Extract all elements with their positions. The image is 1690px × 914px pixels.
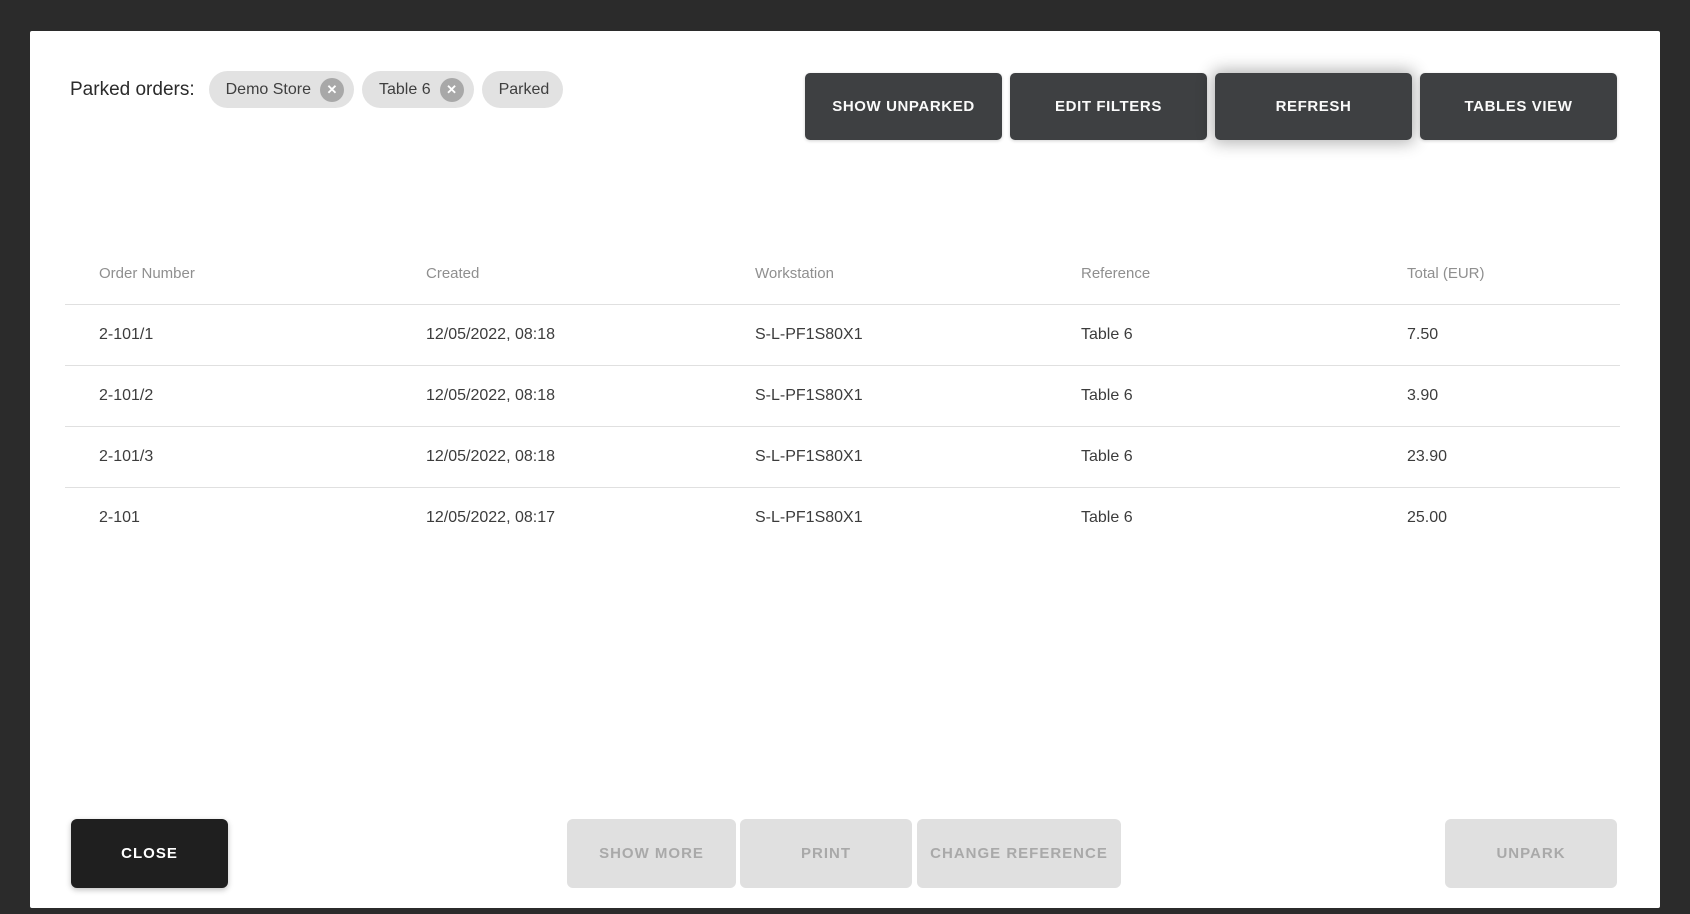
- remove-filter-icon[interactable]: ✕: [320, 78, 344, 102]
- created-cell: 12/05/2022, 08:17: [392, 487, 721, 548]
- edit-filters-button[interactable]: EDIT FILTERS: [1010, 73, 1207, 140]
- order-number-cell: 2-101/1: [65, 304, 392, 365]
- change-reference-button[interactable]: CHANGE REFERENCE: [917, 819, 1121, 888]
- filter-chip-label: Demo Store: [226, 81, 311, 99]
- column-header-workstation: Workstation: [721, 243, 1047, 304]
- created-cell: 12/05/2022, 08:18: [392, 304, 721, 365]
- filter-chip-label: Parked: [499, 81, 550, 99]
- reference-cell: Table 6: [1047, 365, 1373, 426]
- total-cell: 25.00: [1373, 487, 1620, 548]
- table-row[interactable]: 2-101/1 12/05/2022, 08:18 S-L-PF1S80X1 T…: [65, 304, 1620, 365]
- parked-orders-dialog: Parked orders: Demo Store ✕ Table 6 ✕ Pa…: [30, 31, 1660, 908]
- column-header-reference: Reference: [1047, 243, 1373, 304]
- modal-backdrop[interactable]: Parked orders: Demo Store ✕ Table 6 ✕ Pa…: [0, 0, 1690, 914]
- orders-table: Order Number Created Workstation Referen…: [65, 243, 1620, 548]
- filter-chip-table-6[interactable]: Table 6 ✕: [362, 71, 474, 108]
- toolbar: SHOW UNPARKED EDIT FILTERS REFRESH TABLE…: [805, 73, 1617, 140]
- order-number-cell: 2-101/3: [65, 426, 392, 487]
- order-number-cell: 2-101: [65, 487, 392, 548]
- filters-row: Parked orders: Demo Store ✕ Table 6 ✕ Pa…: [70, 71, 571, 108]
- column-header-created: Created: [392, 243, 721, 304]
- filter-chip-demo-store[interactable]: Demo Store ✕: [209, 71, 354, 108]
- order-number-cell: 2-101/2: [65, 365, 392, 426]
- workstation-cell: S-L-PF1S80X1: [721, 304, 1047, 365]
- table-header-row: Order Number Created Workstation Referen…: [65, 243, 1620, 304]
- column-header-total: Total (EUR): [1373, 243, 1620, 304]
- workstation-cell: S-L-PF1S80X1: [721, 487, 1047, 548]
- remove-filter-icon[interactable]: ✕: [440, 78, 464, 102]
- refresh-button[interactable]: REFRESH: [1215, 73, 1412, 140]
- table-row[interactable]: 2-101/3 12/05/2022, 08:18 S-L-PF1S80X1 T…: [65, 426, 1620, 487]
- show-unparked-button[interactable]: SHOW UNPARKED: [805, 73, 1002, 140]
- created-cell: 12/05/2022, 08:18: [392, 365, 721, 426]
- filter-chip-parked[interactable]: Parked: [482, 71, 564, 108]
- print-button[interactable]: PRINT: [740, 819, 912, 888]
- reference-cell: Table 6: [1047, 426, 1373, 487]
- table-row[interactable]: 2-101 12/05/2022, 08:17 S-L-PF1S80X1 Tab…: [65, 487, 1620, 548]
- unpark-button[interactable]: UNPARK: [1445, 819, 1617, 888]
- reference-cell: Table 6: [1047, 487, 1373, 548]
- created-cell: 12/05/2022, 08:18: [392, 426, 721, 487]
- show-more-button[interactable]: SHOW MORE: [567, 819, 736, 888]
- tables-view-button[interactable]: TABLES VIEW: [1420, 73, 1617, 140]
- table-row[interactable]: 2-101/2 12/05/2022, 08:18 S-L-PF1S80X1 T…: [65, 365, 1620, 426]
- total-cell: 7.50: [1373, 304, 1620, 365]
- close-button[interactable]: CLOSE: [71, 819, 228, 888]
- reference-cell: Table 6: [1047, 304, 1373, 365]
- total-cell: 3.90: [1373, 365, 1620, 426]
- dialog-title: Parked orders:: [70, 79, 195, 101]
- total-cell: 23.90: [1373, 426, 1620, 487]
- filter-chip-label: Table 6: [379, 81, 431, 99]
- workstation-cell: S-L-PF1S80X1: [721, 365, 1047, 426]
- workstation-cell: S-L-PF1S80X1: [721, 426, 1047, 487]
- column-header-order-number: Order Number: [65, 243, 392, 304]
